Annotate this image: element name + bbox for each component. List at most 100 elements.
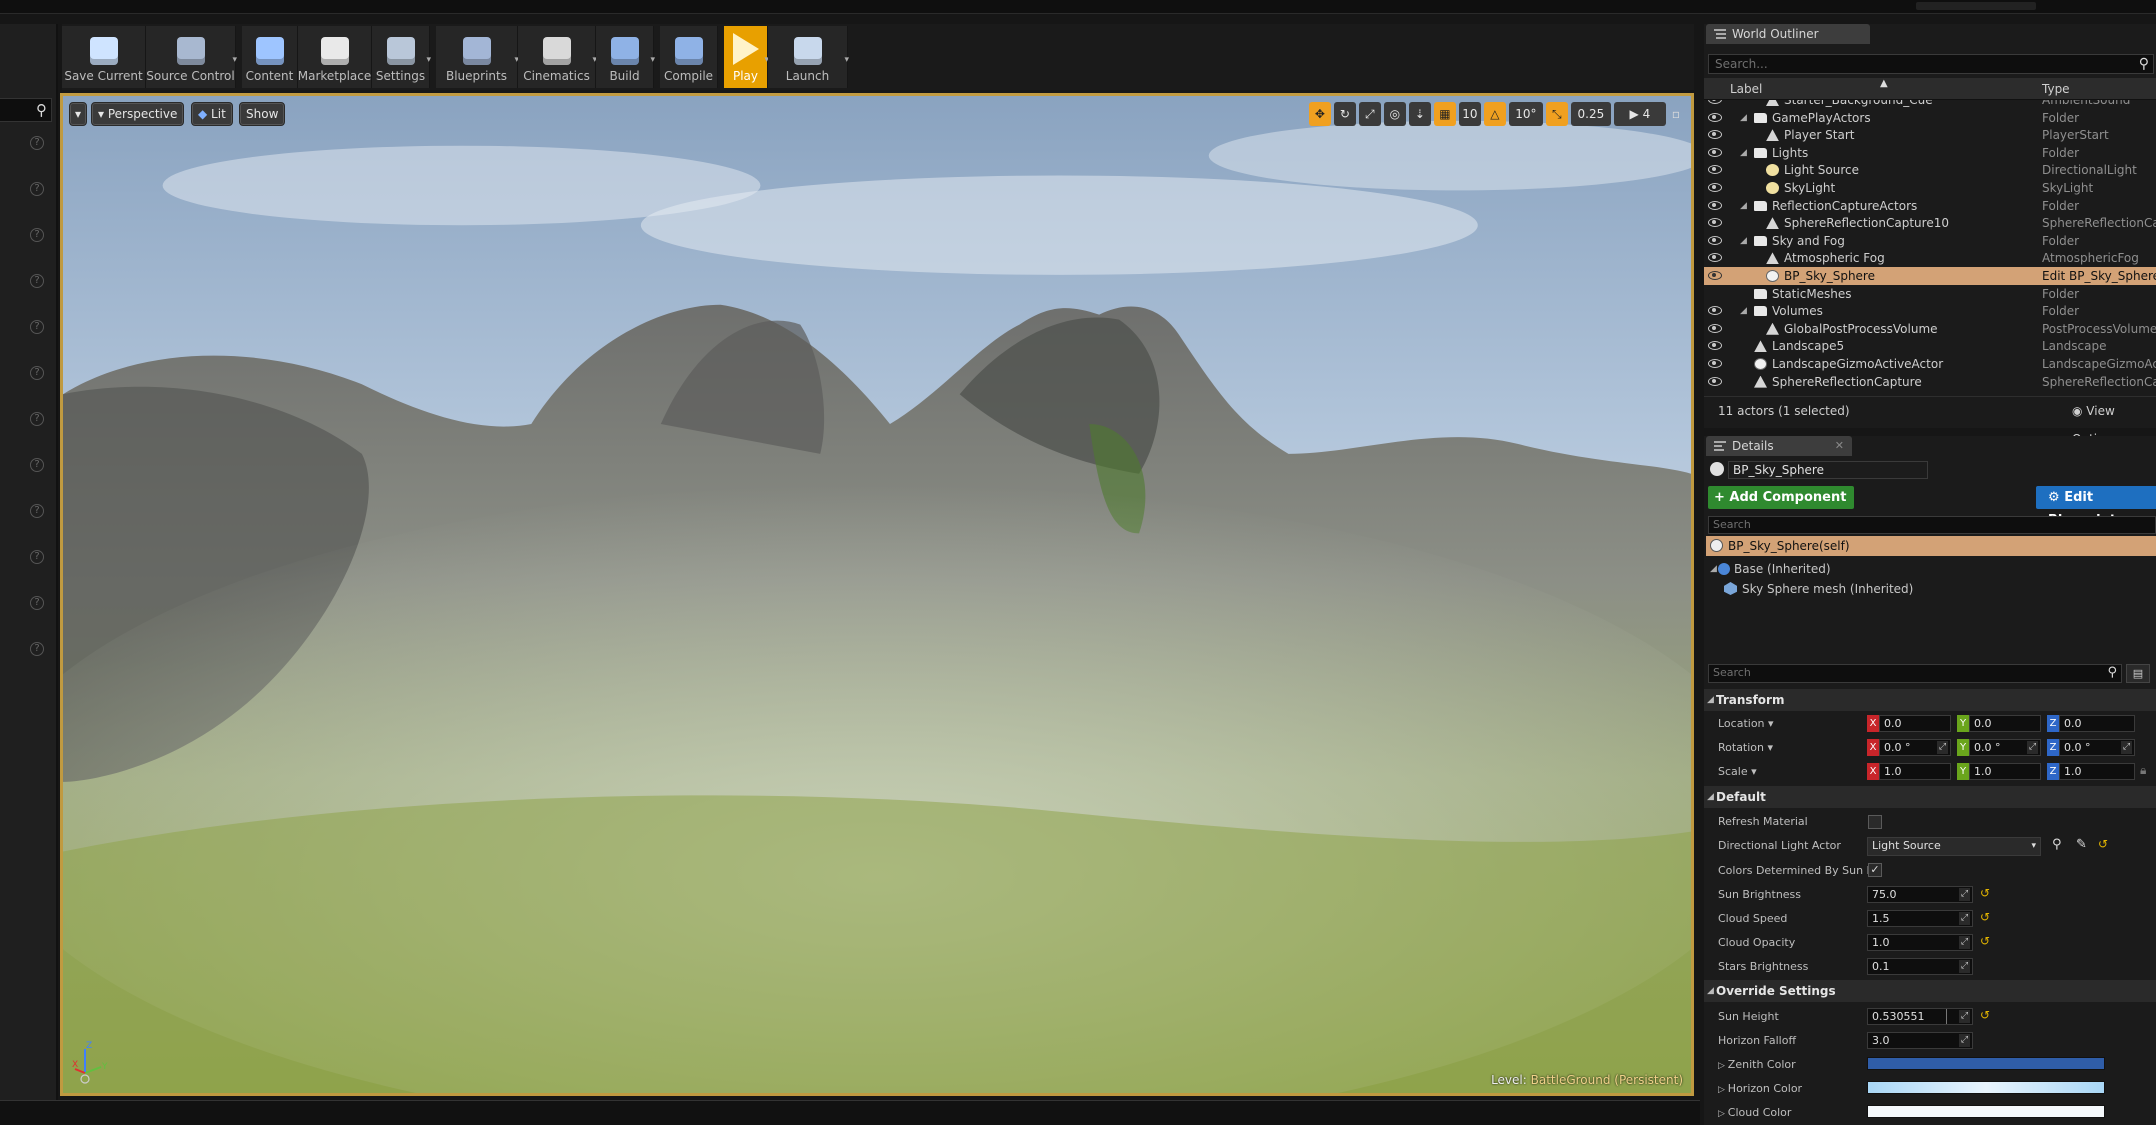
- browse-icon[interactable]: ⚲: [2052, 837, 2062, 852]
- expand-triangle-icon[interactable]: ◢: [1740, 109, 1747, 127]
- horizon-falloff-field[interactable]: 3.0 ⤢: [1867, 1032, 1973, 1049]
- directional-light-dropdown[interactable]: Light Source ▾: [1867, 837, 2041, 856]
- visibility-eye-icon[interactable]: [1708, 359, 1722, 368]
- reset-icon[interactable]: ↺: [1980, 1008, 1990, 1022]
- visibility-eye-icon[interactable]: [1708, 200, 1722, 210]
- save-current-button[interactable]: Save Current: [62, 26, 146, 88]
- eyedropper-icon[interactable]: ✎: [2076, 837, 2087, 852]
- horizon-color-label[interactable]: ▷ Horizon Color: [1718, 1082, 1802, 1095]
- search-icon[interactable]: ⚲: [2107, 665, 2117, 680]
- zenith-color-label[interactable]: ▷ Zenith Color: [1718, 1058, 1796, 1071]
- lock-icon[interactable]: 🔒︎: [2140, 763, 2146, 778]
- marketplace-button[interactable]: Marketplace: [298, 26, 372, 88]
- property-search-input[interactable]: Search ⚲: [1708, 664, 2122, 683]
- level-viewport[interactable]: ▾ ▾ Perspective ◆ Lit Show ✥ ↻ ⤢ ◎ ⇣ ▦ 1…: [60, 93, 1694, 1096]
- component-search-input[interactable]: Search: [1708, 516, 2156, 534]
- location-y-field[interactable]: 0.0: [1969, 715, 2041, 732]
- visibility-eye-icon[interactable]: [1708, 271, 1722, 280]
- search-icon[interactable]: ⚲: [2139, 55, 2149, 73]
- outliner-row[interactable]: SkyLight SkyLight: [1704, 179, 2156, 197]
- outliner-row[interactable]: LandscapeGizmoActiveActor LandscapeGizmoA…: [1704, 355, 2156, 373]
- component-self-row[interactable]: BP_Sky_Sphere(self): [1706, 536, 2156, 556]
- horizon-color-swatch[interactable]: [1867, 1081, 2105, 1094]
- rotation-y-field[interactable]: 0.0 ° ⤢: [1969, 739, 2041, 756]
- grid-snap-icon[interactable]: ▦: [1433, 102, 1456, 126]
- help-icon[interactable]: ?: [30, 228, 44, 242]
- component-base-row[interactable]: ◢ Base (Inherited): [1706, 560, 2156, 578]
- edit-blueprint-button[interactable]: ⚙ Edit Blueprint: [2036, 486, 2156, 528]
- outliner-row[interactable]: SphereReflectionCapture10 SphereReflectio…: [1704, 214, 2156, 232]
- outliner-row[interactable]: StaticMeshes Folder: [1704, 285, 2156, 303]
- visibility-eye-icon[interactable]: [1708, 341, 1722, 351]
- visibility-eye-icon[interactable]: [1708, 323, 1722, 333]
- rotation-snap-value[interactable]: 10°: [1508, 102, 1543, 126]
- expand-triangle-icon[interactable]: ◢: [1740, 302, 1747, 320]
- help-icon[interactable]: ?: [30, 504, 44, 518]
- world-outliner-tab[interactable]: World Outliner: [1706, 24, 1870, 44]
- outliner-row[interactable]: Landscape5 Landscape: [1704, 337, 2156, 355]
- blueprints-button[interactable]: Blueprints ▾: [436, 26, 519, 88]
- zenith-color-swatch[interactable]: [1867, 1057, 2105, 1070]
- rotate-icon[interactable]: ↻: [1333, 102, 1356, 126]
- help-icon[interactable]: ?: [30, 412, 44, 426]
- visibility-eye-icon[interactable]: [1708, 100, 1722, 104]
- expand-triangle-icon[interactable]: ◢: [1710, 560, 1717, 578]
- world-local-icon[interactable]: ◎: [1383, 102, 1406, 126]
- chevron-down-icon[interactable]: ▾: [232, 55, 237, 65]
- visibility-eye-icon[interactable]: [1708, 112, 1722, 122]
- component-mesh-row[interactable]: Sky Sphere mesh (Inherited): [1722, 580, 2152, 598]
- reset-icon[interactable]: ↺: [1980, 934, 1990, 948]
- content-button[interactable]: Content: [242, 26, 298, 88]
- location-label[interactable]: Location ▾: [1718, 717, 1774, 730]
- rotation-snap-icon[interactable]: △: [1483, 102, 1506, 126]
- maximize-viewport-icon[interactable]: ▫: [1669, 102, 1683, 126]
- show-button[interactable]: Show: [239, 102, 286, 126]
- cloud-color-swatch[interactable]: [1867, 1105, 2105, 1118]
- rotation-z-field[interactable]: 0.0 ° ⤢: [2059, 739, 2135, 756]
- property-matrix-icon[interactable]: ▤: [2126, 664, 2150, 683]
- chevron-down-icon[interactable]: ▾: [650, 55, 655, 65]
- close-icon[interactable]: ✕: [1835, 436, 1844, 456]
- settings-button[interactable]: Settings ▾: [372, 26, 431, 88]
- perspective-button[interactable]: ▾ Perspective: [91, 102, 185, 126]
- search-icon[interactable]: ⚲: [36, 101, 47, 119]
- visibility-eye-icon[interactable]: [1708, 376, 1722, 386]
- actor-name-field[interactable]: BP_Sky_Sphere: [1728, 461, 1928, 479]
- column-type-header[interactable]: Type: [2042, 82, 2070, 96]
- sun-height-field[interactable]: 0.530551 ⤢: [1867, 1008, 1973, 1025]
- cloud-speed-field[interactable]: 1.5 ⤢: [1867, 910, 1973, 927]
- outliner-row-type[interactable]: Edit BP_Sky_Sphere: [2042, 267, 2156, 285]
- cloud-color-label[interactable]: ▷ Cloud Color: [1718, 1106, 1791, 1119]
- scale-icon[interactable]: ⤢: [1358, 102, 1381, 126]
- visibility-eye-icon[interactable]: [1708, 147, 1722, 157]
- reset-icon[interactable]: ↺: [1980, 910, 1990, 924]
- help-icon[interactable]: ?: [30, 458, 44, 472]
- help-icon[interactable]: ?: [30, 550, 44, 564]
- help-icon[interactable]: ?: [30, 182, 44, 196]
- rotation-label[interactable]: Rotation ▾: [1718, 741, 1773, 754]
- expand-triangle-icon[interactable]: ◢: [1740, 197, 1747, 215]
- outliner-row[interactable]: Atmospheric Fog AtmosphericFog: [1704, 249, 2156, 267]
- viewport-options-button[interactable]: ▾: [69, 102, 87, 126]
- visibility-eye-icon[interactable]: [1708, 183, 1722, 192]
- play-button[interactable]: Play ▾: [724, 26, 769, 88]
- help-icon[interactable]: ?: [30, 596, 44, 610]
- outliner-row[interactable]: BP_Sky_Sphere Edit BP_Sky_Sphere: [1704, 267, 2156, 285]
- transform-section-header[interactable]: ◢ Transform: [1704, 689, 2156, 711]
- refresh-material-checkbox[interactable]: [1868, 815, 1882, 829]
- expand-triangle-icon[interactable]: ◢: [1740, 232, 1747, 250]
- visibility-eye-icon[interactable]: [1708, 218, 1722, 228]
- slider-handle[interactable]: [1946, 1009, 1947, 1024]
- location-x-field[interactable]: 0.0: [1879, 715, 1951, 732]
- outliner-row[interactable]: ◢ ReflectionCaptureActors Folder: [1704, 197, 2156, 215]
- expand-triangle-icon[interactable]: ◢: [1740, 144, 1747, 162]
- cinematics-button[interactable]: Cinematics ▾: [518, 26, 597, 88]
- reset-icon[interactable]: ↺: [1980, 886, 1990, 900]
- cloud-opacity-field[interactable]: 1.0 ⤢: [1867, 934, 1973, 951]
- column-label-header[interactable]: Label: [1730, 82, 1762, 96]
- reset-icon[interactable]: ↺: [2098, 837, 2108, 851]
- chevron-down-icon[interactable]: ▾: [844, 55, 849, 65]
- chevron-down-icon[interactable]: ▾: [426, 55, 431, 65]
- rotation-x-field[interactable]: 0.0 ° ⤢: [1879, 739, 1951, 756]
- compile-button[interactable]: Compile: [660, 26, 718, 88]
